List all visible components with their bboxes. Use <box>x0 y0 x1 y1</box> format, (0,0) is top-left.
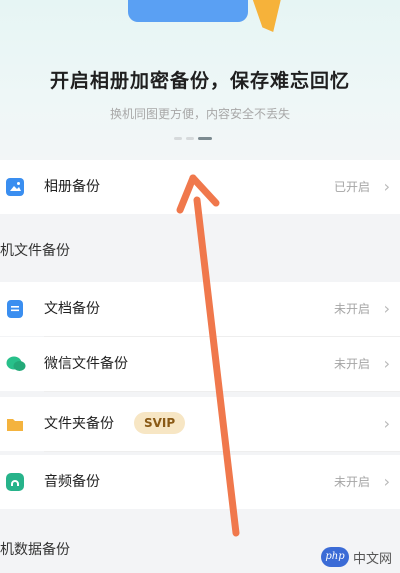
section-data-backup-title: 机数据备份 <box>0 542 70 558</box>
row-divider <box>44 391 400 392</box>
watermark-text: 中文网 <box>352 551 392 567</box>
audio-backup-label: 音频备份 <box>44 474 100 490</box>
folder-backup-row[interactable]: 文件夹备份 SVIP › <box>0 397 400 451</box>
document-icon <box>7 300 23 318</box>
folder-backup-label: 文件夹备份 <box>44 416 114 432</box>
carousel-indicator <box>174 137 212 140</box>
wechat-backup-label: 微信文件备份 <box>44 356 128 372</box>
row-divider <box>44 451 400 452</box>
chevron-right-icon: › <box>383 354 390 373</box>
backup-promo-banner[interactable]: 开启相册加密备份，保存难忘回忆 换机同图更方便，内容安全不丢失 <box>0 0 400 160</box>
document-backup-label: 文档备份 <box>44 301 100 317</box>
album-backup-status: 已开启 <box>333 180 370 194</box>
carousel-dot <box>174 137 182 140</box>
section-file-backup: 机文件备份 <box>0 214 400 270</box>
folder-icon <box>6 415 24 433</box>
document-backup-status: 未开启 <box>333 302 370 316</box>
chevron-right-icon: › <box>383 472 390 491</box>
chevron-right-icon: › <box>383 177 390 196</box>
chevron-right-icon: › <box>383 414 390 433</box>
wechat-icon <box>6 355 26 373</box>
section-file-backup-title: 机文件备份 <box>0 243 70 259</box>
album-backup-label: 相册备份 <box>44 179 100 195</box>
album-backup-row[interactable]: 相册备份 已开启 › <box>0 160 400 214</box>
watermark: php 中文网 <box>320 547 392 567</box>
illustration-shield <box>248 0 284 32</box>
audio-backup-status: 未开启 <box>333 475 370 489</box>
carousel-dot <box>186 137 194 140</box>
document-backup-row[interactable]: 文档备份 未开启 › <box>0 282 400 336</box>
banner-title: 开启相册加密备份，保存难忘回忆 <box>49 70 350 92</box>
wechat-backup-status: 未开启 <box>333 357 370 371</box>
audio-backup-row[interactable]: 音频备份 未开启 › <box>0 455 400 509</box>
svip-badge: SVIP <box>134 412 186 434</box>
image-icon <box>6 178 24 196</box>
banner-subtitle: 换机同图更方便，内容安全不丢失 <box>109 107 290 121</box>
php-logo: php <box>320 547 349 567</box>
wechat-backup-row[interactable]: 微信文件备份 未开启 › <box>0 337 400 391</box>
chevron-right-icon: › <box>383 299 390 318</box>
carousel-dot-active <box>198 137 212 140</box>
illustration-card <box>128 0 248 22</box>
music-icon <box>6 473 24 491</box>
